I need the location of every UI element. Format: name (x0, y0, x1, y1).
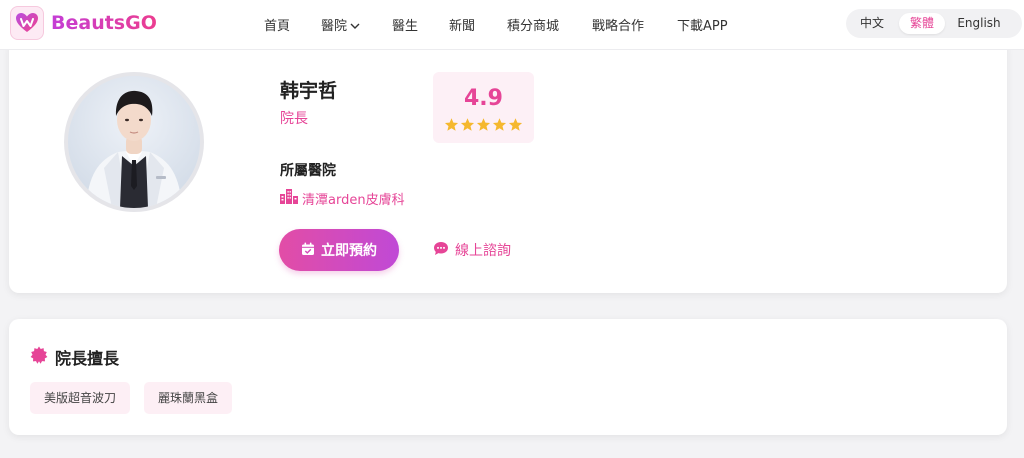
doctor-name: 韩宇哲 (280, 80, 338, 102)
star-icon (444, 118, 459, 131)
book-now-button[interactable]: 立即預約 (279, 229, 399, 271)
hospital-link[interactable]: 清潭arden皮膚科 (280, 189, 405, 208)
hospital-label: 所屬醫院 (280, 163, 336, 179)
nav-hospitals-label: 醫院 (321, 19, 348, 34)
logo[interactable]: BeautsGO (10, 6, 157, 40)
online-consult-label: 線上諮詢 (455, 243, 511, 259)
rating-stars (444, 117, 523, 132)
nav-home[interactable]: 首頁 (264, 15, 290, 34)
doctor-avatar (64, 72, 204, 212)
logo-text: BeautsGO (51, 12, 157, 34)
nav-hospitals[interactable]: 醫院 (321, 15, 360, 34)
nav-partnership[interactable]: 戰略合作 (592, 15, 644, 34)
star-icon (460, 118, 475, 131)
rating-value: 4.9 (464, 86, 503, 111)
specialty-tag[interactable]: 美版超音波刀 (30, 382, 131, 414)
chat-bubble-icon (433, 241, 449, 260)
book-now-label: 立即預約 (321, 243, 377, 259)
nav-news[interactable]: 新聞 (449, 15, 475, 34)
lang-english[interactable]: English (952, 13, 1006, 34)
nav-doctors[interactable]: 醫生 (392, 15, 418, 34)
top-navbar: BeautsGO 首頁 醫院 醫生 新聞 積分商城 戰略合作 下載APP 中文 … (0, 0, 1024, 50)
specialties-heading: 院長擅長 (30, 345, 119, 369)
badge-icon (30, 346, 48, 368)
nav-download-app[interactable]: 下載APP (677, 15, 728, 34)
star-icon (476, 118, 491, 131)
building-icon (280, 189, 298, 208)
star-icon (508, 118, 523, 131)
specialty-tag[interactable]: 麗珠蘭黑盒 (144, 382, 233, 414)
logo-heart-icon (10, 6, 44, 40)
lang-chinese[interactable]: 中文 (852, 13, 892, 34)
calendar-check-icon (301, 241, 315, 260)
chevron-down-icon (350, 19, 360, 34)
online-consult-link[interactable]: 線上諮詢 (433, 240, 511, 260)
specialties-card (9, 319, 1007, 435)
lang-traditional[interactable]: 繁體 (899, 13, 945, 34)
star-icon (492, 118, 507, 131)
specialties-title: 院長擅長 (55, 349, 120, 368)
hospital-name: 清潭arden皮膚科 (302, 193, 405, 208)
doctor-title: 院長 (280, 111, 308, 127)
nav-points-mall[interactable]: 積分商城 (507, 15, 559, 34)
language-switcher: 中文 繁體 English (846, 9, 1022, 38)
rating-box: 4.9 (433, 72, 534, 143)
